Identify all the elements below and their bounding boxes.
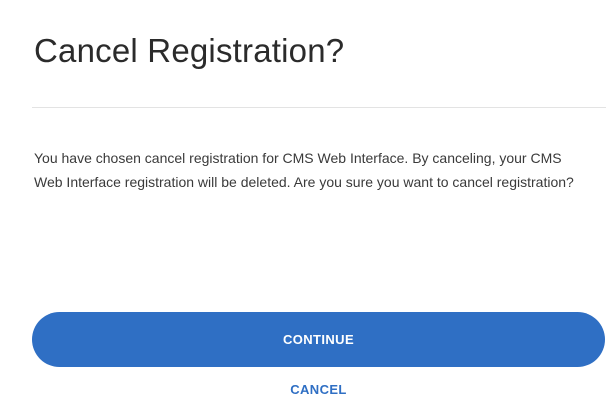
cancel-registration-dialog: Cancel Registration? You have chosen can… <box>0 0 616 417</box>
dialog-title: Cancel Registration? <box>34 32 345 69</box>
cancel-button[interactable]: CANCEL <box>32 379 605 399</box>
continue-button[interactable]: CONTINUE <box>32 312 605 367</box>
dialog-message: You have chosen cancel registration for … <box>34 150 574 190</box>
title-divider <box>32 107 606 108</box>
